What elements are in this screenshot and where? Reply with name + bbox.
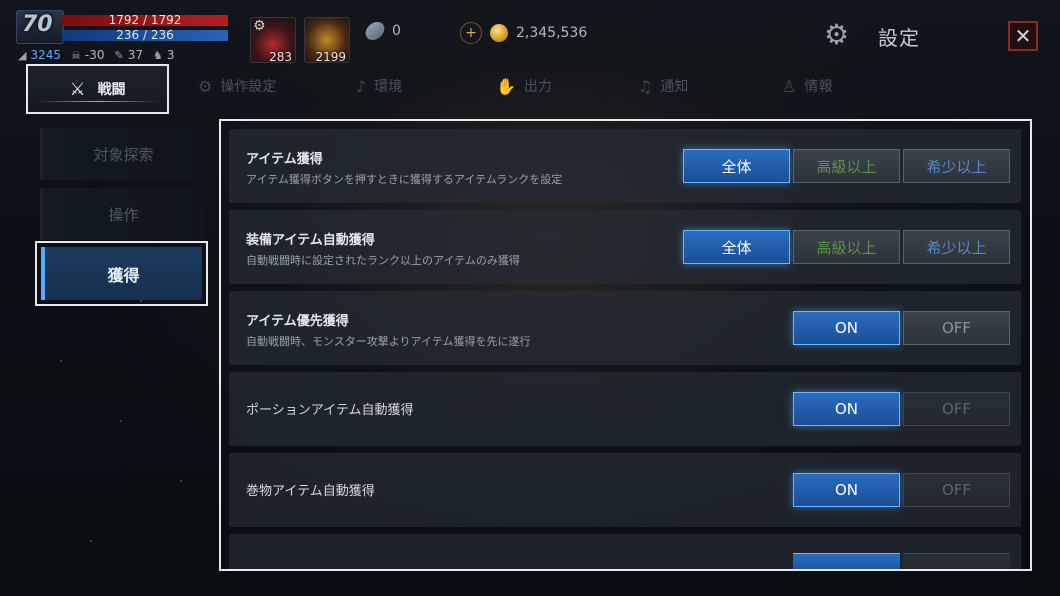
tab-environment[interactable]: ♪ 環境 <box>356 76 402 96</box>
player-level: 70 <box>22 12 53 37</box>
stat-value: 3245 <box>30 48 62 62</box>
bell-icon: ♫ <box>638 76 653 96</box>
stat-value: 37 <box>127 48 143 62</box>
mp-bar: 236 / 236 <box>62 29 228 41</box>
close-button[interactable]: ✕ <box>1008 21 1038 51</box>
tab-bar: ⚔ 戦闘 ⚙ 操作設定 ♪ 環境 ✋ 出力 ♫ 通知 ♙ 情報 <box>26 64 1060 114</box>
page-title: 設定 <box>878 26 920 50</box>
gear-icon: ⚙ <box>198 76 213 96</box>
setting-title: 装備アイテム自動獲得 <box>246 233 375 248</box>
setting-row-scroll-auto-acquire: 巻物アイテム自動獲得 ON OFF <box>229 453 1021 527</box>
on-button[interactable]: ON <box>793 392 900 426</box>
user-icon: ♙ <box>782 76 797 96</box>
gear-icon: ⚙ <box>253 18 266 34</box>
sidebar: 対象探索 操作 <box>40 128 204 248</box>
particle <box>120 420 122 422</box>
stat-wing: ◢ 3245 <box>18 48 61 62</box>
stat-monster: ♞ 3 <box>153 48 175 62</box>
sidebar-item-label: 獲得 <box>41 247 202 300</box>
top-hud: 70 1792 / 1792 236 / 236 ◢ 3245 ☠ -30 ✎ … <box>0 0 1060 68</box>
setting-description: 自動戦闘時に設定されたランク以上のアイテムのみ獲得 <box>246 254 520 267</box>
potion-slot[interactable]: ⚙ 283 <box>250 17 296 64</box>
tab-info[interactable]: ♙ 情報 <box>782 76 832 96</box>
tab-notification[interactable]: ♫ 通知 <box>638 76 688 96</box>
music-note-icon: ♪ <box>356 76 367 96</box>
sidebar-item-acquire[interactable]: 獲得 <box>35 241 208 306</box>
tab-output[interactable]: ✋ 出力 <box>496 76 552 96</box>
add-currency-button[interactable]: + <box>460 22 482 44</box>
off-button[interactable]: OFF <box>903 473 1010 507</box>
sidebar-item-control[interactable]: 操作 <box>40 188 204 240</box>
settings-gear-icon: ⚙ <box>824 18 850 51</box>
setting-row-equipment-auto-acquire: 装備アイテム自動獲得 自動戦闘時に設定されたランク以上のアイテムのみ獲得 全体 … <box>229 210 1021 284</box>
gem-value: 0 <box>392 23 401 39</box>
scroll-slot[interactable]: 2199 <box>304 17 350 64</box>
stat-feather: ✎ 37 <box>115 48 144 62</box>
off-button[interactable]: OFF <box>903 392 1010 426</box>
option-high-grade-button[interactable]: 高級以上 <box>793 230 900 264</box>
option-rare-button[interactable]: 希少以上 <box>903 149 1010 183</box>
gem-counter: 0 <box>363 22 401 40</box>
hand-icon: ✋ <box>496 76 516 96</box>
gold-coin-icon <box>490 24 508 42</box>
off-button[interactable] <box>903 553 1010 569</box>
wing-icon: ◢ <box>18 48 27 62</box>
on-button[interactable]: ON <box>793 473 900 507</box>
setting-title: 巻物アイテム自動獲得 <box>246 484 375 499</box>
gem-icon <box>363 22 387 40</box>
setting-row-potion-auto-acquire: ポーションアイテム自動獲得 ON OFF <box>229 372 1021 446</box>
feather-icon: ✎ <box>114 48 124 62</box>
tab-label: 通知 <box>660 79 689 95</box>
setting-title: アイテム獲得 <box>246 152 323 167</box>
tab-combat[interactable]: ⚔ 戦闘 <box>26 64 169 114</box>
gold-value: 2,345,536 <box>516 25 588 41</box>
sidebar-item-target-search[interactable]: 対象探索 <box>40 128 204 180</box>
crossed-swords-icon: ⚔ <box>69 78 86 100</box>
setting-row-item-priority: アイテム優先獲得 自動戦闘時、モンスター攻撃よりアイテム獲得を先に遂行 ON O… <box>229 291 1021 365</box>
particle <box>180 480 182 482</box>
item-count: 283 <box>269 50 292 64</box>
tab-label: 環境 <box>374 79 403 95</box>
particle <box>90 540 92 542</box>
option-all-button[interactable]: 全体 <box>683 230 790 264</box>
tab-label: 出力 <box>523 79 552 95</box>
setting-row-item-acquire: アイテム獲得 アイテム獲得ボタンを押すときに獲得するアイテムランクを設定 全体 … <box>229 129 1021 203</box>
tab-control-settings[interactable]: ⚙ 操作設定 <box>198 76 276 96</box>
player-stats: ◢ 3245 ☠ -30 ✎ 37 ♞ 3 <box>18 48 175 62</box>
setting-title: アイテム優先獲得 <box>246 314 349 329</box>
tab-label: 情報 <box>804 79 833 95</box>
option-all-button[interactable]: 全体 <box>683 149 790 183</box>
setting-title: ポーションアイテム自動獲得 <box>246 403 414 418</box>
stat-value: -30 <box>84 48 105 62</box>
hp-bar: 1792 / 1792 <box>62 14 228 26</box>
off-button[interactable]: OFF <box>903 311 1010 345</box>
tab-label: 戦闘 <box>97 82 126 98</box>
gold-counter: + 2,345,536 <box>460 22 587 44</box>
stat-skull: ☠ -30 <box>71 48 104 62</box>
tab-label: 操作設定 <box>220 79 277 95</box>
on-button[interactable] <box>793 553 900 569</box>
setting-description: 自動戦闘時、モンスター攻撃よりアイテム獲得を先に遂行 <box>246 335 531 348</box>
setting-description: アイテム獲得ボタンを押すときに獲得するアイテムランクを設定 <box>246 173 563 186</box>
option-high-grade-button[interactable]: 高級以上 <box>793 149 900 183</box>
stat-value: 3 <box>166 48 175 62</box>
setting-row-partial <box>229 534 1021 569</box>
item-count: 2199 <box>315 50 346 64</box>
particle <box>60 360 62 362</box>
skull-icon: ☠ <box>71 48 81 62</box>
option-rare-button[interactable]: 希少以上 <box>903 230 1010 264</box>
settings-panel: アイテム獲得 アイテム獲得ボタンを押すときに獲得するアイテムランクを設定 全体 … <box>219 119 1032 571</box>
on-button[interactable]: ON <box>793 311 900 345</box>
monster-icon: ♞ <box>153 48 163 62</box>
